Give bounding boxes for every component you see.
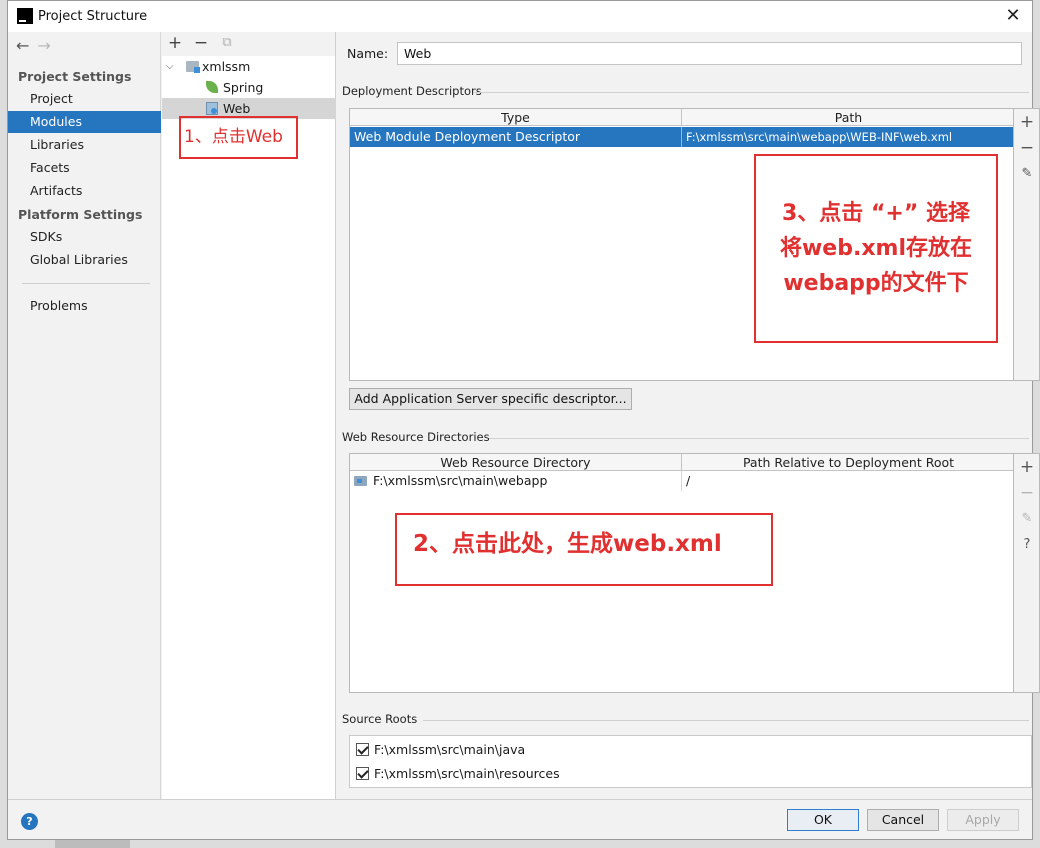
source-root-checkbox-resources[interactable]: F:\xmlssm\src\main\resources <box>356 765 560 783</box>
column-header-type[interactable]: Type <box>350 109 682 126</box>
window-title: Project Structure <box>38 9 148 24</box>
annotation-step-2: 2、点击此处，生成web.xml <box>395 513 773 586</box>
tree-node-xmlssm[interactable]: ⌵ xmlssm <box>162 56 336 77</box>
name-label: Name: <box>347 46 389 61</box>
help-icon[interactable]: ? <box>21 813 38 830</box>
tree-node-label: Spring <box>223 80 264 95</box>
back-arrow-icon[interactable]: ← <box>16 36 37 55</box>
add-descriptor-button[interactable]: + <box>1016 111 1038 133</box>
section-divider <box>423 720 1029 721</box>
tree-node-spring[interactable]: Spring <box>162 77 336 98</box>
source-roots-list: F:\xmlssm\src\main\java F:\xmlssm\src\ma… <box>349 735 1032 788</box>
sidebar-item-project[interactable]: Project <box>8 88 161 110</box>
web-resource-side-toolbar: + − ✎ ? <box>1014 453 1040 693</box>
name-input[interactable] <box>397 42 1022 65</box>
tree-node-label: xmlssm <box>202 59 251 74</box>
edit-pencil-icon[interactable]: ✎ <box>1016 163 1038 185</box>
background-window-fragment <box>55 840 130 848</box>
project-structure-dialog: Project Structure ✕ ←→ Project Settings … <box>7 0 1040 840</box>
sidebar-separator <box>22 283 150 284</box>
platform-settings-header: Platform Settings <box>18 207 143 222</box>
table-row[interactable]: Web Module Deployment Descriptor F:\xmls… <box>350 127 1013 147</box>
checkbox-checked-icon[interactable] <box>356 767 369 780</box>
project-settings-header: Project Settings <box>18 69 132 84</box>
title-bar: Project Structure ✕ <box>8 1 1032 32</box>
tree-toolbar: + − ⧉ <box>162 32 335 56</box>
column-header-web-resource-directory[interactable]: Web Resource Directory <box>350 454 682 471</box>
section-divider <box>473 92 1029 93</box>
web-resource-directories-title: Web Resource Directories <box>342 430 490 444</box>
forward-arrow-icon[interactable]: → <box>37 36 58 55</box>
remove-web-resource-button[interactable]: − <box>1016 482 1038 504</box>
table-header: Web Resource Directory Path Relative to … <box>350 454 1013 471</box>
deployment-side-toolbar: + − ✎ <box>1014 108 1040 381</box>
relative-path-cell: / <box>686 473 691 488</box>
remove-module-button[interactable]: − <box>192 34 210 52</box>
copy-icon[interactable]: ⧉ <box>218 34 236 52</box>
close-icon[interactable]: ✕ <box>1002 5 1024 27</box>
spring-leaf-icon <box>206 81 218 93</box>
annotation-step-3-line-3: webapp的文件下 <box>783 271 969 296</box>
sidebar-item-modules[interactable]: Modules <box>8 111 161 133</box>
annotation-step-3-line-1: 3、点击 “+” 选择 <box>782 201 970 226</box>
descriptor-type-cell: Web Module Deployment Descriptor <box>350 127 682 147</box>
annotation-step-3-line-2: 将web.xml存放在 <box>779 236 972 261</box>
help-question-icon[interactable]: ? <box>1016 534 1038 556</box>
column-header-path-relative[interactable]: Path Relative to Deployment Root <box>682 454 1015 471</box>
section-divider <box>489 438 1029 439</box>
ok-button[interactable]: OK <box>787 809 859 831</box>
nav-arrows: ←→ <box>16 36 59 55</box>
directory-path-text: F:\xmlssm\src\main\webapp <box>373 473 548 488</box>
apply-button[interactable]: Apply <box>947 809 1019 831</box>
add-module-button[interactable]: + <box>166 34 184 52</box>
annotation-step-3: 3、点击 “+” 选择 将web.xml存放在 webapp的文件下 <box>754 154 998 343</box>
add-application-server-descriptor-button[interactable]: Add Application Server specific descript… <box>349 388 632 410</box>
column-header-path[interactable]: Path <box>682 109 1015 126</box>
table-row[interactable]: F:\xmlssm\src\main\webapp / <box>350 471 1013 491</box>
web-facet-settings: Name: Deployment Descriptors Type Path W… <box>337 32 1040 799</box>
sidebar-item-problems[interactable]: Problems <box>8 295 161 317</box>
web-facet-icon <box>206 102 218 115</box>
web-resource-directory-cell: F:\xmlssm\src\main\webapp <box>350 471 682 491</box>
module-folder-icon <box>186 61 200 73</box>
source-roots-title: Source Roots <box>342 712 418 726</box>
descriptor-path-cell: F:\xmlssm\src\main\webapp\WEB-INF\web.xm… <box>686 130 953 144</box>
source-root-checkbox-java[interactable]: F:\xmlssm\src\main\java <box>356 741 525 759</box>
sidebar-item-artifacts[interactable]: Artifacts <box>8 180 161 202</box>
sidebar-item-sdks[interactable]: SDKs <box>8 226 161 248</box>
folder-icon <box>354 476 367 486</box>
source-root-label: F:\xmlssm\src\main\java <box>374 742 526 757</box>
remove-descriptor-button[interactable]: − <box>1016 137 1038 159</box>
checkbox-checked-icon[interactable] <box>356 743 369 756</box>
settings-sidebar: ←→ Project Settings Project Modules Libr… <box>8 32 161 799</box>
footer-divider <box>8 799 1032 800</box>
cancel-button[interactable]: Cancel <box>867 809 939 831</box>
source-root-label: F:\xmlssm\src\main\resources <box>374 766 560 781</box>
edit-pencil-icon[interactable]: ✎ <box>1016 508 1038 530</box>
annotation-step-1: 1、点击Web <box>179 116 298 159</box>
chevron-down-icon[interactable]: ⌵ <box>166 56 174 77</box>
deployment-descriptors-title: Deployment Descriptors <box>342 84 482 98</box>
sidebar-item-facets[interactable]: Facets <box>8 157 161 179</box>
add-web-resource-button[interactable]: + <box>1016 456 1038 478</box>
intellij-app-icon <box>17 8 33 24</box>
sidebar-item-libraries[interactable]: Libraries <box>8 134 161 156</box>
sidebar-item-global-libraries[interactable]: Global Libraries <box>8 249 161 271</box>
table-header: Type Path <box>350 109 1013 126</box>
